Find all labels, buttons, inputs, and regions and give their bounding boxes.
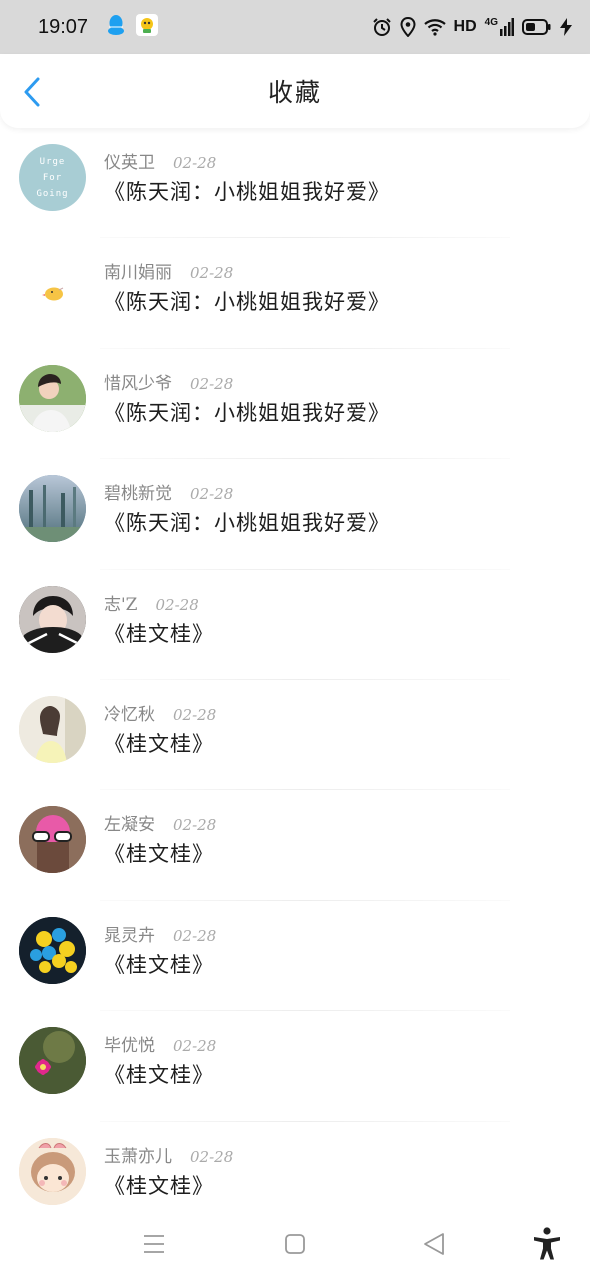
avatar[interactable] — [19, 254, 86, 322]
favorite-title[interactable]: 《桂文桂》 — [104, 618, 214, 648]
favorite-item[interactable]: 晁灵卉 02-28 《桂文桂》 — [0, 901, 590, 1012]
favorite-item[interactable]: 冷忆秋 02-28 《桂文桂》 — [0, 680, 590, 791]
favorite-item[interactable]: 志'Z 02-28 《桂文桂》 — [0, 570, 590, 680]
item-meta: 晁灵卉 02-28 — [104, 921, 216, 946]
user-name[interactable]: 志'Z — [104, 590, 138, 615]
forest-photo-icon — [19, 475, 86, 543]
item-meta: 惜风少爷 02-28 — [104, 369, 233, 394]
user-name[interactable]: 晁灵卉 — [104, 921, 155, 946]
menu-button[interactable] — [138, 1230, 170, 1262]
avatar[interactable] — [19, 695, 86, 763]
person-photo-icon — [19, 695, 86, 763]
home-square-icon — [285, 1234, 305, 1258]
favorite-title[interactable]: 《桂文桂》 — [104, 949, 214, 979]
avatar[interactable] — [19, 475, 86, 543]
person-photo-icon — [19, 585, 86, 653]
favorite-item[interactable]: 惜风少爷 02-28 《陈天润：小桃姐姐我好爱》 — [0, 349, 590, 460]
user-name[interactable]: 惜风少爷 — [104, 369, 172, 394]
post-date: 02-28 — [190, 374, 234, 393]
qq-browser-icon — [136, 14, 159, 40]
avatar-text: Urge — [39, 156, 66, 167]
menu-icon — [143, 1234, 165, 1258]
accessibility-button[interactable] — [531, 1227, 563, 1265]
header-bar: 收藏 — [0, 54, 590, 128]
avatar[interactable] — [19, 916, 86, 984]
user-name[interactable]: 冷忆秋 — [104, 700, 155, 725]
balloons-icon — [19, 916, 86, 984]
favorites-list: Urge For Going 仪英卫 02-28 《陈天润：小桃姐姐我好爱》 南川娟丽 02-… — [0, 128, 590, 1212]
item-meta: 志'Z 02-28 — [104, 590, 199, 615]
favorite-item[interactable]: Urge For Going 仪英卫 02-28 《陈天润：小桃姐姐我好爱》 — [0, 128, 590, 239]
back-button[interactable] — [14, 76, 50, 112]
avatar-text: Going — [36, 188, 69, 199]
favorite-item[interactable]: 玉萧亦儿 02-28 《桂文桂》 — [0, 1122, 590, 1212]
post-date: 02-28 — [173, 816, 217, 835]
post-date: 02-28 — [173, 1037, 217, 1056]
favorite-item[interactable]: 左凝安 02-28 《桂文桂》 — [0, 790, 590, 901]
avatar[interactable] — [19, 1027, 86, 1095]
back-nav-button[interactable] — [418, 1230, 450, 1262]
qq-penguin-icon — [106, 14, 126, 40]
user-name[interactable]: 左凝安 — [104, 810, 155, 835]
avatar[interactable] — [19, 806, 86, 874]
status-bar: 19:07 HD 4G — [0, 0, 590, 54]
cartoon-avatar-icon — [19, 1137, 86, 1205]
accessibility-icon — [532, 1227, 562, 1265]
item-meta: 南川娟丽 02-28 — [104, 258, 233, 283]
post-date: 02-28 — [155, 595, 199, 614]
favorite-title[interactable]: 《桂文桂》 — [104, 1170, 214, 1200]
post-date: 02-28 — [173, 705, 217, 724]
favorite-title[interactable]: 《陈天润：小桃姐姐我好爱》 — [104, 507, 390, 537]
post-date: 02-28 — [190, 485, 234, 504]
item-meta: 玉萧亦儿 02-28 — [104, 1142, 233, 1167]
post-date: 02-28 — [173, 154, 217, 172]
post-date: 02-28 — [190, 264, 234, 283]
item-meta: 左凝安 02-28 — [104, 810, 216, 835]
favorite-item[interactable]: 南川娟丽 02-28 《陈天润：小桃姐姐我好爱》 — [0, 238, 590, 349]
status-time: 19:07 — [38, 15, 89, 38]
avatar[interactable]: Urge For Going — [19, 144, 86, 211]
user-name[interactable]: 碧桃新觉 — [104, 479, 172, 504]
item-meta: 碧桃新觉 02-28 — [104, 479, 233, 504]
battery-icon — [522, 19, 552, 35]
location-icon — [400, 17, 416, 37]
avatar[interactable] — [19, 364, 86, 432]
alarm-icon — [372, 17, 392, 37]
status-indicators: HD 4G — [372, 17, 572, 37]
favorite-title[interactable]: 《桂文桂》 — [104, 1059, 214, 1089]
favorite-title[interactable]: 《桂文桂》 — [104, 728, 214, 758]
avatar-text: For — [42, 172, 63, 183]
item-meta: 仪英卫 02-28 — [104, 148, 216, 173]
avatar[interactable] — [19, 585, 86, 653]
wifi-icon — [423, 18, 446, 36]
page-title: 收藏 — [267, 78, 322, 107]
status-app-icons — [106, 14, 159, 40]
back-triangle-icon — [423, 1232, 445, 1260]
favorite-item[interactable]: 碧桃新觉 02-28 《陈天润：小桃姐姐我好爱》 — [0, 459, 590, 570]
user-name[interactable]: 玉萧亦儿 — [104, 1142, 172, 1167]
home-button[interactable] — [279, 1230, 311, 1262]
avatar[interactable] — [19, 1137, 86, 1205]
charging-icon — [560, 18, 572, 36]
cartoon-avatar-icon — [19, 806, 86, 874]
item-meta: 毕优悦 02-28 — [104, 1031, 216, 1056]
person-photo-icon — [19, 364, 86, 432]
post-date: 02-28 — [190, 1147, 234, 1166]
favorite-title[interactable]: 《陈天润：小桃姐姐我好爱》 — [104, 397, 390, 427]
user-name[interactable]: 仪英卫 — [104, 148, 155, 173]
user-name[interactable]: 毕优悦 — [104, 1031, 155, 1056]
favorite-title[interactable]: 《桂文桂》 — [104, 838, 214, 868]
user-name[interactable]: 南川娟丽 — [104, 258, 172, 283]
system-nav-bar — [0, 1212, 590, 1280]
signal-4g-icon: 4G — [485, 18, 514, 36]
favorite-title[interactable]: 《陈天润：小桃姐姐我好爱》 — [104, 286, 390, 316]
item-meta: 冷忆秋 02-28 — [104, 700, 216, 725]
hd-badge: HD — [453, 18, 477, 35]
cactus-flower-icon — [19, 1027, 86, 1095]
favorite-title[interactable]: 《陈天润：小桃姐姐我好爱》 — [104, 176, 390, 206]
post-date: 02-28 — [173, 926, 217, 945]
chick-icon — [42, 287, 64, 301]
favorite-item[interactable]: 毕优悦 02-28 《桂文桂》 — [0, 1011, 590, 1122]
chevron-left-icon — [22, 76, 42, 112]
